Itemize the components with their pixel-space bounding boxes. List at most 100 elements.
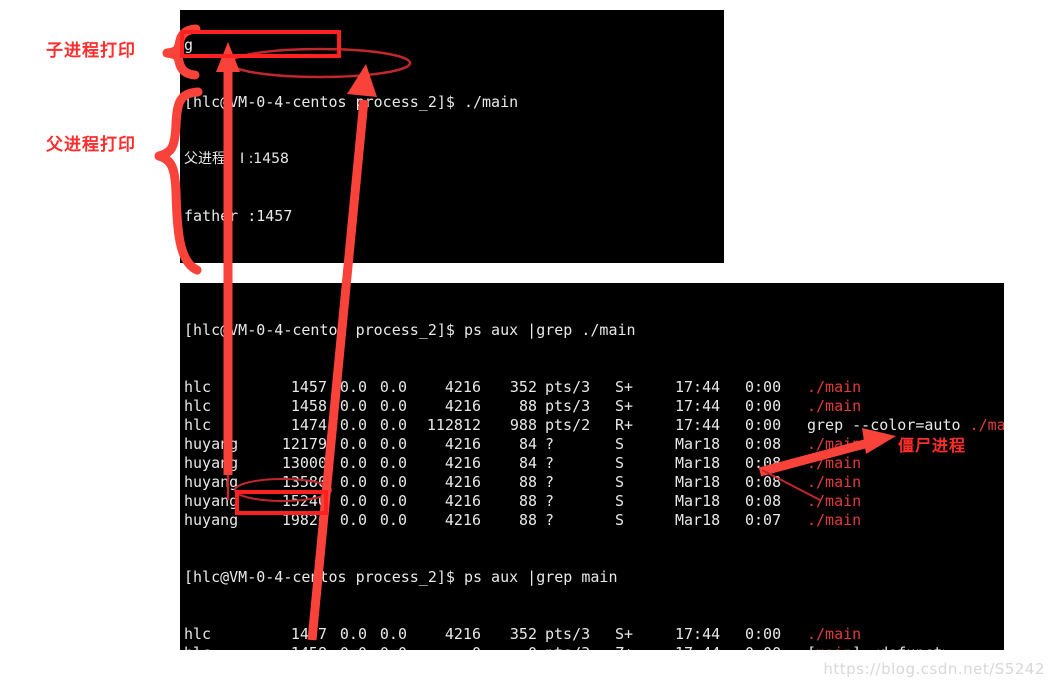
ps-cell-mem: 0.0: [379, 492, 407, 510]
ps-cell-rss: 84: [518, 454, 537, 472]
ps-cell-start: 17:44: [675, 625, 721, 643]
ps-cell-user: hlc: [184, 397, 212, 415]
ps-process-row: huyang 15240 0.0 0.0 4216 88? S Mar18 0:08 ./main: [184, 492, 1004, 511]
ps-cell-cpu: 0.0: [339, 511, 367, 529]
ps-cell-tty: ?: [545, 511, 555, 529]
ps-cell-tty: ?: [545, 435, 555, 453]
ps-cell-cpu: 0.0: [339, 397, 367, 415]
ps-cell-stat: S+: [615, 378, 634, 396]
ps-cell-start: Mar18: [675, 454, 721, 472]
ps-cell-command: ./main: [807, 378, 862, 396]
ps-cell-user: huyang: [184, 435, 239, 453]
ps-cell-vsz: 4216: [444, 378, 481, 396]
shell-prompt: [hlc@VM-0-4-centos process_2]$: [184, 93, 455, 111]
ps-cell-user: huyang: [184, 454, 239, 472]
ps-cell-mem: 0.0: [379, 473, 407, 491]
ps-cell-start: 17:44: [667, 644, 739, 650]
ps-cell-mem: 0.0: [379, 511, 407, 529]
ps-cell-stat: S: [615, 511, 625, 529]
watermark: https://blog.csdn.net/S5242: [823, 660, 1045, 678]
ps-cell-start: Mar18: [675, 473, 721, 491]
ps-cell-command: [main] <defunct>: [801, 644, 952, 650]
ps-cell-time: 0:08: [745, 473, 782, 491]
ps-cell-vsz: 4216: [444, 454, 481, 472]
ps-cell-rss: 88: [518, 492, 537, 510]
ps-cell-pid: 19826: [281, 511, 327, 529]
ps-cell-vsz: 4216: [444, 492, 481, 510]
ps-cell-start: Mar18: [675, 511, 721, 529]
ps-cell-tty: pts/3: [545, 397, 591, 415]
ps-cell-stat: S: [615, 435, 625, 453]
ps-process-row: hlc 1457 0.0 0.0 4216 352 pts/3 S+ 17:44 0:00 ./ma…: [184, 378, 1004, 397]
ps-cell-time: 0:00: [745, 397, 782, 415]
ps-cell-mem: 0.0: [367, 644, 407, 650]
terminal-prompt-line: [hlc@VM-0-4-centos process_2]$ ps aux |g…: [184, 321, 1004, 340]
ps-cell-mem: 0.0: [379, 435, 407, 453]
annotation-label-parent-print: 父进程打印: [46, 135, 136, 155]
ps-cell-command: ./main: [807, 454, 862, 472]
ps-cell-stat: S: [615, 492, 625, 510]
output-line: 父进程：I :1458: [184, 151, 289, 167]
ps-cell-cpu: 0.0: [339, 625, 367, 643]
ps-cell-pid: 1457: [290, 625, 327, 643]
ps-cell-vsz: 4216: [444, 473, 481, 491]
ps-cell-time: 0:08: [745, 435, 782, 453]
ps-cell-rss: 0: [481, 644, 537, 650]
ps-output-block-1: hlc 1457 0.0 0.0 4216 352 pts/3 S+ 17:44 0:00 ./ma…: [184, 378, 1004, 530]
ps-cell-mem: 0.0: [379, 625, 407, 643]
ps-cell-rss: 84: [518, 435, 537, 453]
ps-cell-pid: 1474: [290, 416, 327, 434]
ps-cell-stat: S+: [615, 625, 634, 643]
ps-cell-tty: pts/2: [545, 416, 591, 434]
ps-cell-mem: 0.0: [379, 378, 407, 396]
ps-cell-cpu: 0.0: [339, 378, 367, 396]
ps-cell-mem: 0.0: [379, 397, 407, 415]
ps-cell-time: 0:08: [745, 454, 782, 472]
ps-process-row: hlc 1474 0.0 0.0 112812 988 pts/2 R+ 17:44 0:00 gr…: [184, 416, 1004, 435]
ps-cell-command: ./main: [807, 625, 862, 643]
ps-cell-time: 0:08: [745, 492, 782, 510]
ps-cell-pid: 1457: [290, 378, 327, 396]
terminal-partial-line: g: [184, 36, 194, 54]
ps-process-row: hlc 1458 0.0 0.0 4216 88 pts/3 S+ 17:44 0:00 ./mai…: [184, 397, 1004, 416]
ps-cell-command: ./main: [807, 435, 862, 453]
terminal-window-top[interactable]: g [hlc@VM-0-4-centos process_2]$ ./main …: [180, 10, 724, 263]
ps-cell-rss: 88: [518, 473, 537, 491]
ps-cell-user: huyang: [184, 473, 239, 491]
ps-cell-user: hlc: [184, 416, 212, 434]
ps-cell-start: Mar18: [675, 492, 721, 510]
ps-cell-stat: S: [615, 473, 625, 491]
shell-command: ./main: [463, 93, 519, 111]
ps-cell-pid: 13000: [281, 454, 327, 472]
ps-cell-rss: 988: [509, 416, 537, 434]
ps-cell-command: ./main: [807, 511, 862, 529]
ps-cell-cpu: 0.0: [339, 473, 367, 491]
ps-process-row: huyang 13580 0.0 0.0 4216 88? S Mar18 0:08 ./main: [184, 473, 1004, 492]
output-line: father :1457: [184, 207, 293, 225]
terminal-prompt-line: [hlc@VM-0-4-centos process_2]$ ps aux |g…: [184, 568, 1004, 587]
terminal-window-bottom[interactable]: [hlc@VM-0-4-centos process_2]$ ps aux |g…: [180, 283, 1004, 650]
ps-cell-user: hlc: [184, 644, 262, 650]
ps-cell-user: huyang: [184, 511, 239, 529]
ps-cell-vsz: 4216: [444, 511, 481, 529]
ps-cell-command: ./main: [807, 397, 862, 415]
ps-cell-start: 17:44: [675, 416, 721, 434]
ps-cell-cpu: 0.0: [339, 416, 367, 434]
ps-cell-vsz: 4216: [444, 397, 481, 415]
annotation-label-child-print: 子进程打印: [46, 41, 136, 61]
ps-cell-user: hlc: [184, 378, 212, 396]
ps-cell-pid: 15240: [281, 492, 327, 510]
ps-cell-rss: 352: [509, 378, 537, 396]
ps-cell-tty: pts/3: [537, 644, 607, 650]
ps-cell-time: 0:00: [745, 625, 782, 643]
ps-cell-command: grep --color=auto ./main: [807, 416, 1004, 434]
shell-prompt: [hlc@VM-0-4-centos process_2]$: [184, 321, 455, 339]
ps-cell-cpu: 0.0: [339, 492, 367, 510]
ps-cell-command: ./main: [807, 473, 862, 491]
ps-cell-pid: 1458: [262, 644, 327, 650]
ps-cell-vsz: 0: [407, 644, 481, 650]
ps-cell-vsz: 112812: [426, 416, 481, 434]
ps-process-row: huyang 13000 0.0 0.0 4216 84? S Mar18 0:08 ./main: [184, 454, 1004, 473]
ps-cell-stat: S+: [615, 397, 634, 415]
ps-cell-tty: ?: [545, 454, 555, 472]
